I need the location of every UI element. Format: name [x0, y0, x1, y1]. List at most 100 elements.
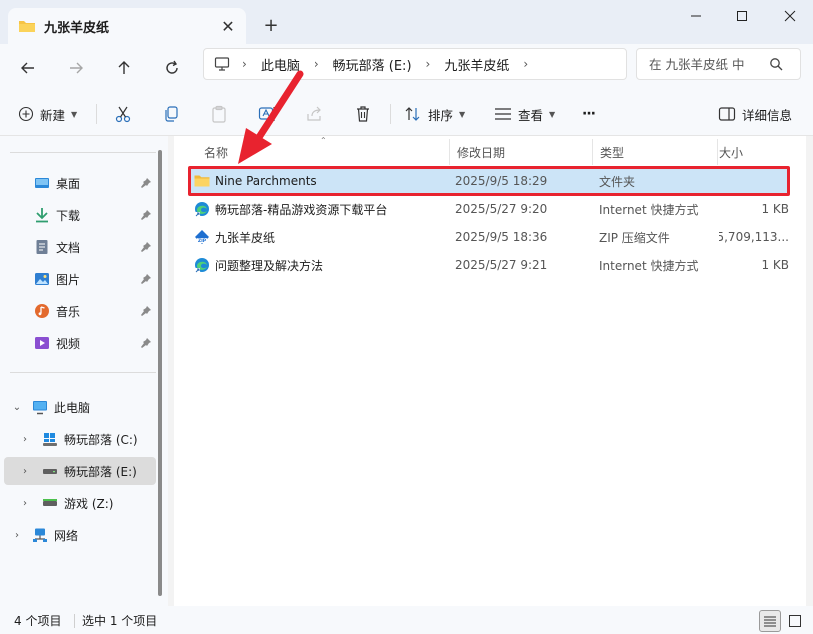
pin-icon[interactable] — [140, 209, 152, 221]
file-date: 2025/5/27 9:20 — [455, 202, 548, 216]
command-bar: 新建 ▼ 排序 ▼ 查看 ▼ ··· 详细信息 — [0, 90, 813, 136]
new-tab-button[interactable]: + — [258, 12, 284, 38]
tab-current-folder[interactable]: 九张羊皮纸 ✕ — [8, 8, 246, 44]
tiles-view-icon — [789, 615, 801, 627]
cut-button[interactable] — [114, 100, 132, 128]
minimize-button[interactable] — [673, 0, 719, 32]
details-view-button[interactable] — [759, 610, 781, 632]
picture-icon — [35, 273, 49, 285]
breadcrumb-separator[interactable]: › — [314, 57, 319, 71]
nav-item-this-pc[interactable]: ⌄ 此电脑 — [4, 393, 156, 421]
maximize-button[interactable] — [719, 0, 765, 32]
pin-icon[interactable] — [140, 273, 152, 285]
computer-icon — [33, 401, 47, 415]
share-icon — [307, 106, 321, 121]
nav-divider — [10, 372, 156, 373]
table-row[interactable]: 畅玩部落-精品游戏资源下载平台 2025/5/27 9:20 Internet … — [188, 196, 790, 222]
chevron-right-icon[interactable]: › — [18, 434, 32, 445]
more-options-button[interactable]: ··· — [582, 100, 596, 128]
file-type: 文件夹 — [599, 174, 636, 189]
clipboard-icon — [212, 105, 226, 123]
pin-icon[interactable] — [140, 177, 152, 189]
nav-item-drive-e[interactable]: › 畅玩部落 (E:) — [4, 457, 156, 485]
file-name: 畅玩部落-精品游戏资源下载平台 — [215, 202, 388, 217]
refresh-button[interactable] — [156, 52, 188, 84]
pin-icon[interactable] — [140, 241, 152, 253]
file-type: Internet 快捷方式 — [599, 202, 699, 217]
sort-button[interactable]: 排序 ▼ — [404, 100, 465, 128]
view-button[interactable]: 查看 ▼ — [494, 100, 555, 128]
folder-icon — [194, 175, 210, 187]
column-header-label: 名称 — [204, 145, 229, 160]
nav-item-music[interactable]: 音乐 — [4, 297, 156, 325]
chevron-right-icon[interactable]: › — [10, 530, 24, 541]
zip-icon: ZIP — [195, 230, 209, 244]
rename-icon — [258, 107, 275, 121]
column-header-type[interactable]: 类型 — [592, 139, 718, 165]
video-icon — [35, 337, 49, 349]
nav-item-label: 下载 — [56, 208, 81, 223]
column-header-size[interactable]: 大小 — [711, 139, 791, 165]
search-input[interactable] — [649, 56, 769, 72]
drive-icon — [43, 499, 57, 506]
nav-item-drive-z[interactable]: › 游戏 (Z:) — [4, 489, 156, 517]
nav-item-downloads[interactable]: 下载 — [4, 201, 156, 229]
breadcrumb-drive-e[interactable]: 畅玩部落 (E:) — [333, 55, 412, 74]
network-icon — [33, 528, 47, 542]
file-name: 问题整理及解决方法 — [215, 258, 324, 273]
edge-shortcut-icon — [195, 258, 209, 273]
new-button[interactable]: 新建 ▼ — [18, 100, 77, 128]
nav-divider — [10, 152, 156, 153]
paste-button[interactable] — [210, 100, 228, 128]
file-size — [719, 168, 789, 194]
breadcrumb-separator[interactable]: › — [426, 57, 431, 71]
file-type: Internet 快捷方式 — [599, 258, 699, 273]
delete-button[interactable] — [354, 100, 372, 128]
pin-icon[interactable] — [140, 337, 152, 349]
breadcrumb-separator[interactable]: › — [523, 57, 528, 71]
address-row: › 此电脑 › 畅玩部落 (E:) › 九张羊皮纸 › — [0, 44, 813, 90]
details-view-icon — [764, 616, 776, 627]
copy-button[interactable] — [162, 100, 180, 128]
chevron-down-icon: ▼ — [459, 109, 466, 119]
nav-item-label: 桌面 — [56, 176, 81, 191]
column-header-date[interactable]: 修改日期 — [449, 139, 593, 165]
close-button[interactable] — [767, 0, 813, 32]
column-header-name[interactable]: 名称 — [196, 139, 450, 165]
share-button[interactable] — [306, 100, 324, 128]
tab-close-icon[interactable]: ✕ — [216, 14, 240, 38]
arrow-right-icon — [70, 62, 83, 74]
pin-icon[interactable] — [140, 305, 152, 317]
chevron-right-icon[interactable]: › — [18, 466, 32, 477]
chevron-right-icon[interactable]: › — [18, 498, 32, 509]
address-bar[interactable]: › 此电脑 › 畅玩部落 (E:) › 九张羊皮纸 › — [203, 48, 627, 80]
nav-scrollbar[interactable] — [158, 150, 162, 596]
forward-button[interactable] — [60, 52, 92, 84]
nav-item-videos[interactable]: 视频 — [4, 329, 156, 357]
up-button[interactable] — [108, 52, 140, 84]
chevron-down-icon[interactable]: ⌄ — [10, 402, 24, 413]
search-box[interactable] — [636, 48, 801, 80]
nav-item-documents[interactable]: 文档 — [4, 233, 156, 261]
nav-item-label: 视频 — [56, 336, 81, 351]
svg-text:ZIP: ZIP — [198, 238, 207, 244]
nav-item-desktop[interactable]: 桌面 — [4, 169, 156, 197]
breadcrumb-this-pc[interactable]: 此电脑 — [261, 55, 300, 74]
file-size: 5,709,113... — [719, 230, 789, 244]
details-pane-icon — [718, 107, 736, 121]
table-row[interactable]: 问题整理及解决方法 2025/5/27 9:21 Internet 快捷方式 1… — [188, 252, 790, 278]
nav-item-drive-c[interactable]: › 畅玩部落 (C:) — [4, 425, 156, 453]
file-list: ⌃ 名称 修改日期 类型 大小 Nine Parchments 2025/9/5… — [174, 136, 806, 606]
tiles-view-button[interactable] — [784, 610, 806, 632]
arrow-left-icon — [21, 62, 34, 74]
nav-item-pictures[interactable]: 图片 — [4, 265, 156, 293]
status-bar: 4 个项目 选中 1 个项目 — [0, 606, 813, 634]
breadcrumb-current-folder[interactable]: 九张羊皮纸 — [444, 55, 509, 74]
rename-button[interactable] — [258, 100, 276, 128]
nav-item-label: 音乐 — [56, 304, 81, 319]
nav-item-network[interactable]: › 网络 — [4, 521, 156, 549]
details-pane-button[interactable]: 详细信息 — [718, 100, 792, 128]
table-row[interactable]: ZIP 九张羊皮纸 2025/9/5 18:36 ZIP 压缩文件 5,709,… — [188, 224, 790, 250]
table-row[interactable]: Nine Parchments 2025/9/5 18:29 文件夹 — [188, 168, 790, 194]
back-button[interactable] — [12, 52, 44, 84]
